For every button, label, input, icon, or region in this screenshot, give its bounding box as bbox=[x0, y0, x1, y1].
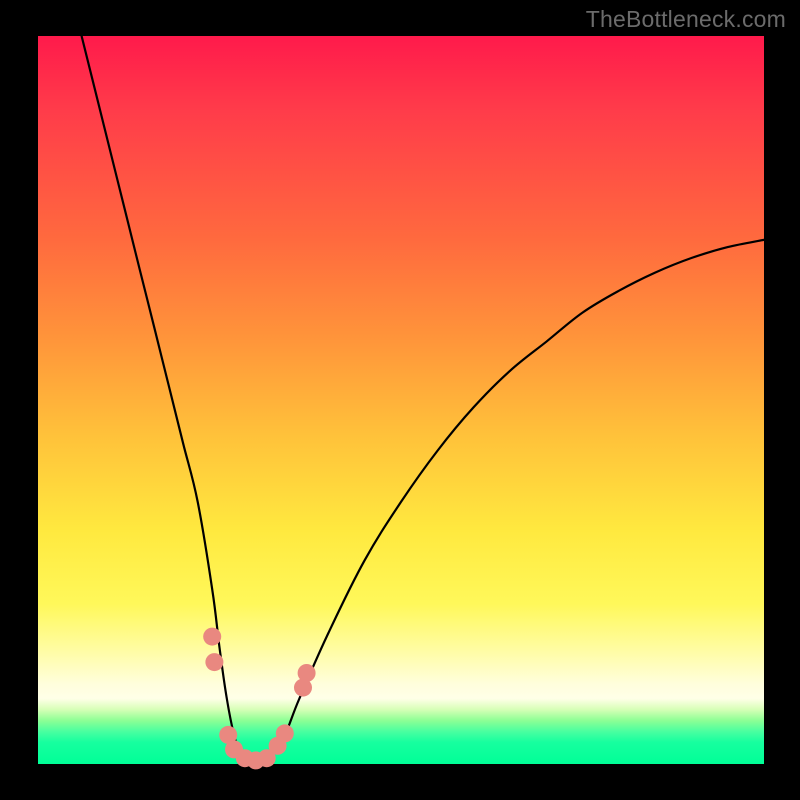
watermark-text: TheBottleneck.com bbox=[586, 6, 786, 33]
chart-svg bbox=[38, 36, 764, 764]
chart-frame: TheBottleneck.com bbox=[0, 0, 800, 800]
marker-dot bbox=[203, 628, 221, 646]
chart-plot-area bbox=[38, 36, 764, 764]
bottleneck-curve bbox=[82, 36, 764, 765]
marker-dot bbox=[276, 724, 294, 742]
marker-dot bbox=[298, 664, 316, 682]
marker-dot bbox=[205, 653, 223, 671]
